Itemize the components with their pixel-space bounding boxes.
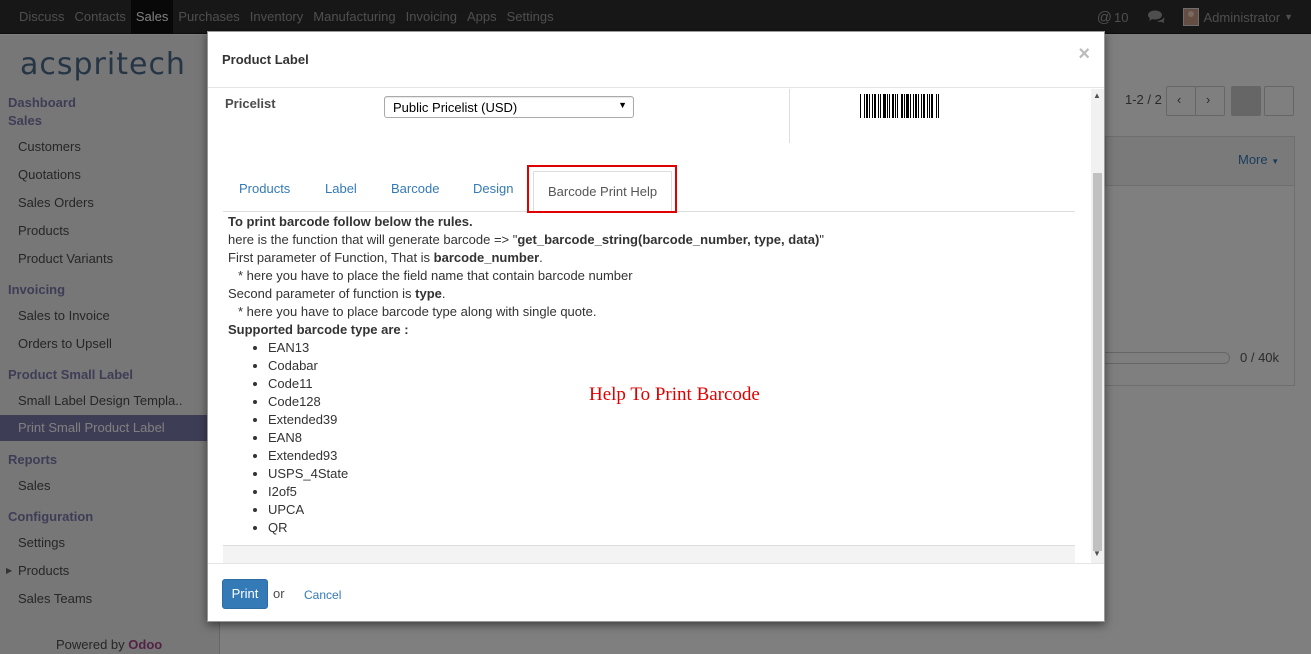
help-heading: To print barcode follow below the rules. (228, 213, 1068, 231)
help-first-param-bold: barcode_number (433, 250, 540, 265)
scrollbar-thumb[interactable] (1093, 173, 1102, 551)
list-item: UPCA (268, 501, 1068, 519)
modal-body: Pricelist Public Pricelist (USD) ▼ Produ… (208, 89, 1104, 563)
help-first-param-pre: First parameter of Function, That is (228, 250, 434, 265)
help-first-param-post: . (539, 250, 543, 265)
pricelist-label: Pricelist (225, 96, 276, 111)
help-first-param: First parameter of Function, That is bar… (228, 249, 1068, 267)
help-function-pre: here is the function that will generate … (228, 232, 518, 247)
list-item: QR (268, 519, 1068, 537)
list-item: Extended39 (268, 411, 1068, 429)
product-label-dialog: Product Label × Pricelist Public Priceli… (207, 31, 1105, 622)
help-heading-text: To print barcode follow below the rules. (228, 214, 473, 229)
body-bottom-bar (223, 545, 1075, 563)
help-second-param-note: * here you have to place barcode type al… (238, 304, 597, 319)
modal-scrollbar[interactable]: ▲ ▼ (1091, 89, 1104, 563)
list-item: Extended93 (268, 447, 1068, 465)
help-second-param-bold: type (415, 286, 442, 301)
modal-title: Product Label (222, 52, 309, 67)
tab-products[interactable]: Products (239, 181, 290, 196)
help-function-line: here is the function that will generate … (228, 231, 1068, 249)
help-function-code: get_barcode_string(barcode_number, type,… (517, 232, 820, 247)
help-first-param-note: * here you have to place the field name … (238, 268, 633, 283)
help-annotation: Help To Print Barcode (589, 384, 760, 405)
pricelist-select[interactable]: Public Pricelist (USD) ▼ (384, 96, 634, 118)
barcode-image (860, 94, 960, 118)
scroll-up-icon[interactable]: ▲ (1093, 91, 1101, 100)
help-function-post: " (819, 232, 824, 247)
modal-footer: Print or Cancel (208, 563, 1104, 621)
help-second-param-post: . (441, 286, 446, 301)
caret-down-icon: ▼ (618, 100, 627, 110)
close-icon[interactable]: × (1078, 44, 1090, 64)
list-item: I2of5 (268, 483, 1068, 501)
column-divider (789, 89, 790, 143)
cancel-button[interactable]: Cancel (304, 588, 341, 602)
modal-header: Product Label × (208, 32, 1104, 88)
list-item: EAN13 (268, 339, 1068, 357)
list-item: EAN8 (268, 429, 1068, 447)
help-second-param-pre: Second parameter of function is (228, 286, 416, 301)
or-text: or (273, 586, 285, 601)
list-item: USPS_4State (268, 465, 1068, 483)
print-button[interactable]: Print (222, 579, 268, 609)
barcode-help-content: To print barcode follow below the rules.… (228, 213, 1068, 537)
scroll-down-icon[interactable]: ▼ (1093, 549, 1101, 558)
list-item: Codabar (268, 357, 1068, 375)
barcode-type-list: EAN13 Codabar Code11 Code128 Extended39 … (228, 339, 1068, 537)
tab-highlight-box (527, 165, 677, 213)
help-second-param: Second parameter of function is type. (228, 285, 1068, 303)
tab-design[interactable]: Design (473, 181, 513, 196)
tab-barcode[interactable]: Barcode (391, 181, 439, 196)
help-supported-types: Supported barcode type are : (228, 321, 1068, 339)
help-supported-types-text: Supported barcode type are : (228, 322, 409, 337)
tab-label[interactable]: Label (325, 181, 357, 196)
pricelist-value: Public Pricelist (USD) (393, 100, 518, 115)
